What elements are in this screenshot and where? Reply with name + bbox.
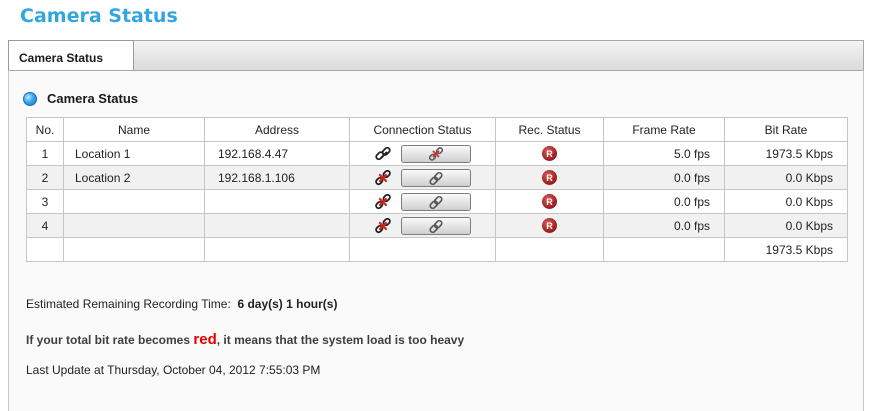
last-update-text: Last Update at Thursday, October 04, 201…	[26, 363, 321, 377]
total-bit-rate: 1973.5 Kbps	[724, 237, 848, 262]
cell-frame-rate: 0.0 fps	[603, 189, 725, 214]
disconnect-button[interactable]	[401, 144, 471, 163]
col-header-address: Address	[204, 117, 350, 142]
tab-camera-status[interactable]: Camera Status	[8, 40, 134, 72]
cell-address	[204, 189, 350, 214]
camera-status-table: No. Name Address Connection Status Rec. …	[26, 117, 848, 262]
cell-frame-rate: 0.0 fps	[603, 213, 725, 238]
cell-frame-rate: 0.0 fps	[603, 165, 725, 190]
connect-button[interactable]	[401, 216, 471, 235]
cell-empty	[495, 237, 604, 262]
cell-connection-status	[349, 213, 496, 238]
remaining-time-label: Estimated Remaining Recording Time:	[26, 297, 231, 311]
cell-empty	[603, 237, 725, 262]
col-header-frame-rate: Frame Rate	[603, 117, 725, 142]
remaining-time-value: 6 day(s) 1 hour(s)	[237, 297, 338, 311]
table-row: 3 R 0.0 fps 0.0 Kbps	[26, 189, 848, 214]
link-disconnected-icon	[375, 193, 391, 209]
cell-name	[63, 189, 205, 214]
cell-address: 192.168.1.106	[204, 165, 350, 190]
cell-rec-status: R	[495, 189, 604, 214]
col-header-name: Name	[63, 117, 205, 142]
total-row: 1973.5 Kbps	[26, 237, 848, 262]
cell-frame-rate: 5.0 fps	[603, 141, 725, 166]
col-header-no: No.	[26, 117, 64, 142]
cell-rec-status: R	[495, 165, 604, 190]
section-header: Camera Status	[23, 91, 138, 106]
cell-rec-status: R	[495, 213, 604, 238]
cell-no: 4	[26, 213, 64, 238]
rec-icon: R	[542, 170, 557, 186]
cell-connection-status	[349, 189, 496, 214]
link-disconnected-icon	[375, 217, 391, 233]
cell-rec-status: R	[495, 141, 604, 166]
link-icon	[429, 195, 443, 209]
warning-prefix: If your total bit rate becomes	[26, 333, 191, 347]
col-header-rec-status: Rec. Status	[495, 117, 604, 142]
link-connected-icon	[375, 146, 391, 160]
rec-icon: R	[542, 194, 557, 210]
rec-icon: R	[542, 218, 557, 234]
cell-bit-rate: 0.0 Kbps	[724, 165, 848, 190]
table-row: 1 Location 1 192.168.4.47 R 5.0 fps 1973.5 Kb…	[26, 141, 848, 166]
connect-button[interactable]	[401, 192, 471, 211]
tab-bar: Camera Status	[8, 40, 864, 72]
warning-suffix: , it means that the system load is too h…	[216, 333, 465, 347]
cell-no: 2	[26, 165, 64, 190]
page-title: Camera Status	[20, 5, 178, 27]
table-row: 4 R 0.0 fps 0.0 Kbps	[26, 213, 848, 238]
table-header-row: No. Name Address Connection Status Rec. …	[26, 117, 848, 142]
table-row: 2 Location 2 192.168.1.106 R 0.0 fps 0.0 Kbps	[26, 165, 848, 190]
cell-name	[63, 213, 205, 238]
section-title: Camera Status	[47, 91, 139, 106]
cell-empty	[349, 237, 496, 262]
blue-dot-icon	[23, 91, 37, 106]
cell-address	[204, 213, 350, 238]
cell-name: Location 1	[63, 141, 205, 166]
cell-empty	[26, 237, 64, 262]
warning-red-word: red	[193, 331, 217, 348]
cell-no: 3	[26, 189, 64, 214]
link-disconnected-icon	[375, 169, 391, 185]
cell-connection-status	[349, 141, 496, 166]
link-icon	[429, 219, 443, 233]
cell-address: 192.168.4.47	[204, 141, 350, 166]
remaining-time-text: Estimated Remaining Recording Time: 6 da…	[26, 297, 337, 311]
cell-no: 1	[26, 141, 64, 166]
cell-bit-rate: 0.0 Kbps	[724, 213, 848, 238]
rec-icon: R	[542, 146, 557, 162]
cell-name: Location 2	[63, 165, 205, 190]
link-icon	[429, 171, 443, 185]
load-warning-text: If your total bit rate becomes red, it m…	[26, 331, 464, 348]
unlink-icon	[428, 146, 444, 161]
camera-status-panel: Camera Status No. Name Address Connectio…	[8, 70, 864, 411]
cell-bit-rate: 0.0 Kbps	[724, 189, 848, 214]
cell-empty	[204, 237, 350, 262]
cell-connection-status	[349, 165, 496, 190]
col-header-connection-status: Connection Status	[349, 117, 496, 142]
connect-button[interactable]	[401, 168, 471, 187]
cell-empty	[63, 237, 205, 262]
col-header-bit-rate: Bit Rate	[724, 117, 848, 142]
cell-bit-rate: 1973.5 Kbps	[724, 141, 848, 166]
